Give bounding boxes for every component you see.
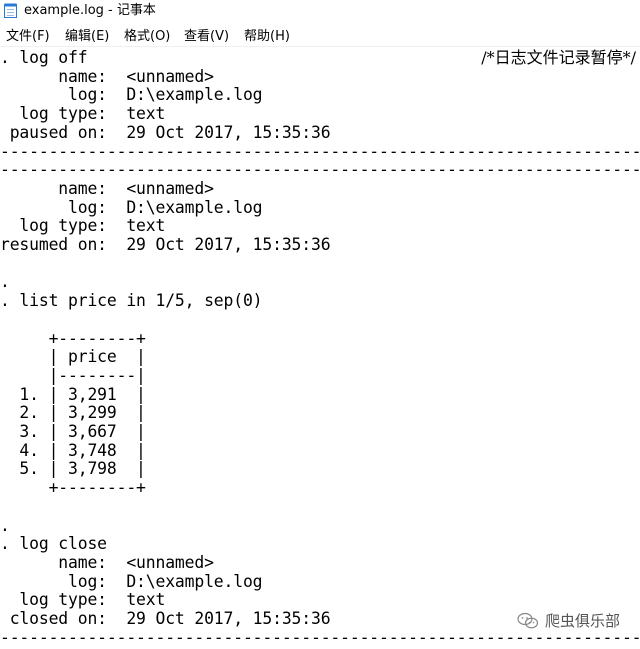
menu-bar: 文件(F) 编辑(E) 格式(O) 查看(V) 帮助(H) <box>0 26 640 46</box>
watermark-text: 爬虫俱乐部 <box>544 612 620 630</box>
menu-format[interactable]: 格式(O) <box>124 29 170 45</box>
menu-help[interactable]: 帮助(H) <box>244 29 290 45</box>
wechat-icon <box>517 612 539 628</box>
menu-edit[interactable]: 编辑(E) <box>65 29 109 45</box>
log-text[interactable]: . log off name: <unnamed> log: D:\exampl… <box>0 48 640 648</box>
window-title: example.log - 记事本 <box>24 3 156 18</box>
pause-comment: /*日志文件记录暂停*/ <box>481 48 636 67</box>
menu-view[interactable]: 查看(V) <box>184 29 229 45</box>
notepad-icon <box>4 3 17 18</box>
menu-file[interactable]: 文件(F) <box>6 29 50 45</box>
title-bar[interactable]: example.log - 记事本 <box>0 0 640 22</box>
watermark: 爬虫俱乐部 <box>517 610 620 631</box>
notepad-window: example.log - 记事本 文件(F) 编辑(E) 格式(O) 查看(V… <box>0 0 640 649</box>
text-editor[interactable]: . log off name: <unnamed> log: D:\exampl… <box>0 47 640 649</box>
